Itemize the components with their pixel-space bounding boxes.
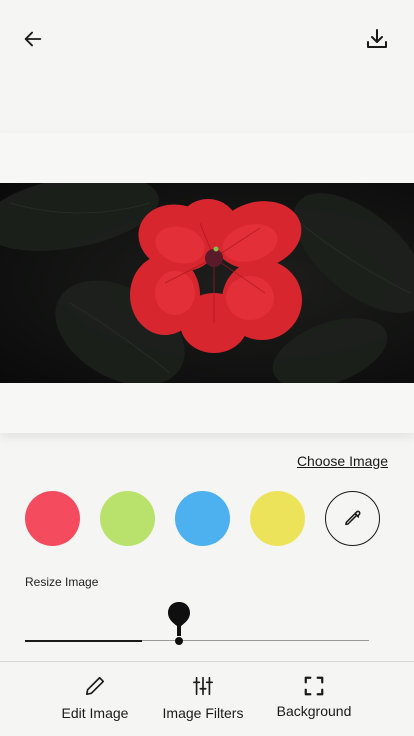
resize-image-label: Resize Image <box>25 575 99 589</box>
arrow-left-icon <box>24 31 42 47</box>
download-icon <box>367 29 387 48</box>
choose-image-link[interactable]: Choose Image <box>297 453 388 469</box>
nav-image-filters-label: Image Filters <box>162 705 244 721</box>
photo-preview[interactable] <box>0 183 414 383</box>
color-swatch-blue[interactable] <box>175 491 230 546</box>
back-button[interactable] <box>20 26 46 52</box>
nav-background[interactable]: Background <box>249 674 379 732</box>
sliders-icon <box>191 674 215 698</box>
bottom-toolbar: Edit Image Image Filters Background <box>0 661 414 736</box>
slider-thumb[interactable] <box>167 602 191 646</box>
color-picker-button[interactable] <box>325 491 380 546</box>
image-editor-screen: Choose Image Resize Image Edit Image Ima… <box>0 0 414 736</box>
red-flower-photo <box>0 183 414 383</box>
image-canvas <box>0 133 414 433</box>
color-swatch-yellow[interactable] <box>250 491 305 546</box>
download-button[interactable] <box>364 26 390 52</box>
slider-fill <box>25 640 142 642</box>
resize-slider[interactable] <box>25 600 369 650</box>
nav-edit-image-label: Edit Image <box>61 705 129 721</box>
color-swatch-red[interactable] <box>25 491 80 546</box>
expand-corners-icon <box>302 674 326 698</box>
color-swatch-green[interactable] <box>100 491 155 546</box>
eyedropper-icon <box>344 510 360 525</box>
nav-background-label: Background <box>276 703 352 719</box>
pencil-icon <box>83 674 107 698</box>
map-pin-thumb-icon <box>168 602 190 645</box>
